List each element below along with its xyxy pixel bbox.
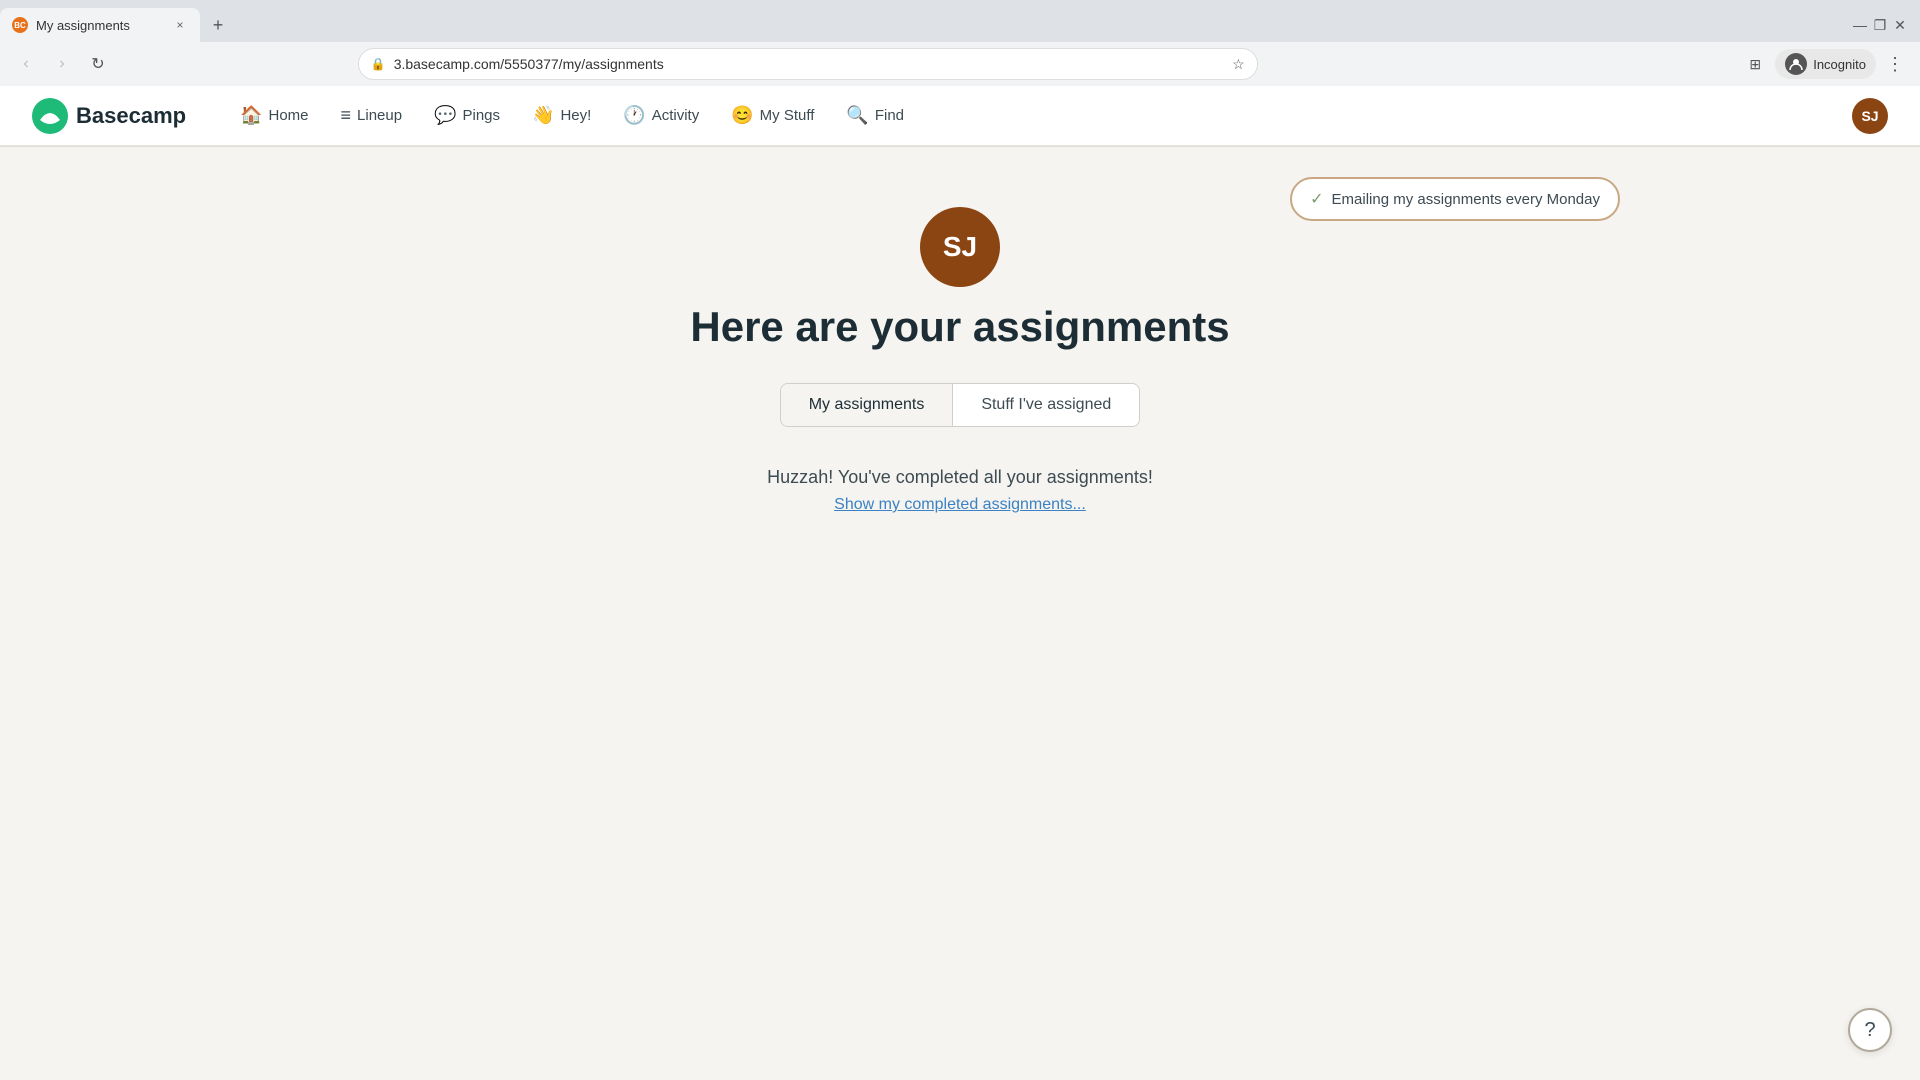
nav-hey-label: Hey!: [560, 107, 591, 124]
tab-favicon: BC: [12, 17, 28, 33]
user-avatar-large[interactable]: SJ: [920, 207, 1000, 287]
help-button[interactable]: ?: [1848, 1008, 1892, 1052]
completed-message: Huzzah! You've completed all your assign…: [767, 467, 1153, 488]
app-nav: Basecamp 🏠 Home ≡ Lineup 💬 Pings 👋 Hey! …: [0, 86, 1920, 146]
tab-stuff-assigned[interactable]: Stuff I've assigned: [953, 384, 1139, 426]
nav-pings[interactable]: 💬 Pings: [420, 97, 514, 134]
maximize-button[interactable]: ❐: [1872, 17, 1888, 33]
url-text: 3.basecamp.com/5550377/my/assignments: [394, 56, 1224, 72]
nav-find-label: Find: [875, 107, 904, 124]
logo-text: Basecamp: [76, 103, 186, 129]
nav-lineup-label: Lineup: [357, 107, 402, 124]
email-badge-label: Emailing my assignments every Monday: [1332, 191, 1600, 208]
window-controls: — ❐ ✕: [1852, 17, 1920, 33]
address-bar-row: ‹ › ↻ 🔒 3.basecamp.com/5550377/my/assign…: [0, 42, 1920, 86]
show-completed-link[interactable]: Show my completed assignments...: [834, 496, 1086, 513]
nav-activity-label: Activity: [652, 107, 700, 124]
extensions-button[interactable]: ⊞: [1741, 50, 1769, 78]
basecamp-logo-icon: [32, 98, 68, 134]
tab-close-button[interactable]: ×: [172, 17, 188, 33]
nav-mystuff[interactable]: 😊 My Stuff: [717, 97, 828, 134]
nav-home-label: Home: [269, 107, 309, 124]
browser-actions: ⊞ Incognito ⋮: [1741, 49, 1908, 79]
address-bar[interactable]: 🔒 3.basecamp.com/5550377/my/assignments …: [358, 48, 1258, 80]
lock-icon: 🔒: [371, 57, 386, 71]
forward-button[interactable]: ›: [48, 50, 76, 78]
incognito-label: Incognito: [1813, 57, 1866, 72]
page-title: Here are your assignments: [690, 303, 1229, 351]
email-badge[interactable]: ✓ Emailing my assignments every Monday: [1290, 177, 1620, 221]
nav-items: 🏠 Home ≡ Lineup 💬 Pings 👋 Hey! 🕐 Activit…: [226, 97, 918, 134]
tab-title: My assignments: [36, 18, 164, 33]
logo[interactable]: Basecamp: [32, 98, 186, 134]
page-content: Basecamp 🏠 Home ≡ Lineup 💬 Pings 👋 Hey! …: [0, 86, 1920, 1080]
bookmark-icon[interactable]: ☆: [1232, 56, 1245, 73]
nav-activity[interactable]: 🕐 Activity: [609, 97, 713, 134]
nav-find[interactable]: 🔍 Find: [832, 97, 918, 134]
browser-chrome: BC My assignments × + — ❐ ✕ ‹ › ↻ 🔒 3.ba…: [0, 0, 1920, 86]
find-icon: 🔍: [846, 105, 868, 126]
assignments-tabs: My assignments Stuff I've assigned: [780, 383, 1141, 427]
back-button[interactable]: ‹: [12, 50, 40, 78]
mystuff-icon: 😊: [731, 105, 753, 126]
nav-pings-label: Pings: [463, 107, 501, 124]
close-window-button[interactable]: ✕: [1892, 17, 1908, 33]
nav-mystuff-label: My Stuff: [760, 107, 815, 124]
nav-hey[interactable]: 👋 Hey!: [518, 97, 605, 134]
user-avatar-nav[interactable]: SJ: [1852, 98, 1888, 134]
pings-icon: 💬: [434, 105, 456, 126]
tab-my-assignments[interactable]: My assignments: [781, 384, 954, 426]
nav-home[interactable]: 🏠 Home: [226, 97, 322, 134]
lineup-icon: ≡: [341, 105, 352, 126]
activity-icon: 🕐: [623, 105, 645, 126]
nav-lineup[interactable]: ≡ Lineup: [327, 97, 417, 134]
email-check-icon: ✓: [1310, 189, 1323, 209]
home-icon: 🏠: [240, 105, 262, 126]
reload-button[interactable]: ↻: [84, 50, 112, 78]
incognito-icon: [1785, 53, 1807, 75]
browser-menu-button[interactable]: ⋮: [1882, 50, 1908, 79]
tab-bar: BC My assignments × + — ❐ ✕: [0, 0, 1920, 42]
main-content: ✓ Emailing my assignments every Monday S…: [0, 147, 1920, 554]
active-tab[interactable]: BC My assignments ×: [0, 8, 200, 42]
hey-icon: 👋: [532, 105, 554, 126]
new-tab-button[interactable]: +: [204, 11, 232, 39]
minimize-button[interactable]: —: [1852, 17, 1868, 33]
completed-section: Huzzah! You've completed all your assign…: [767, 467, 1153, 514]
incognito-button[interactable]: Incognito: [1775, 49, 1876, 79]
